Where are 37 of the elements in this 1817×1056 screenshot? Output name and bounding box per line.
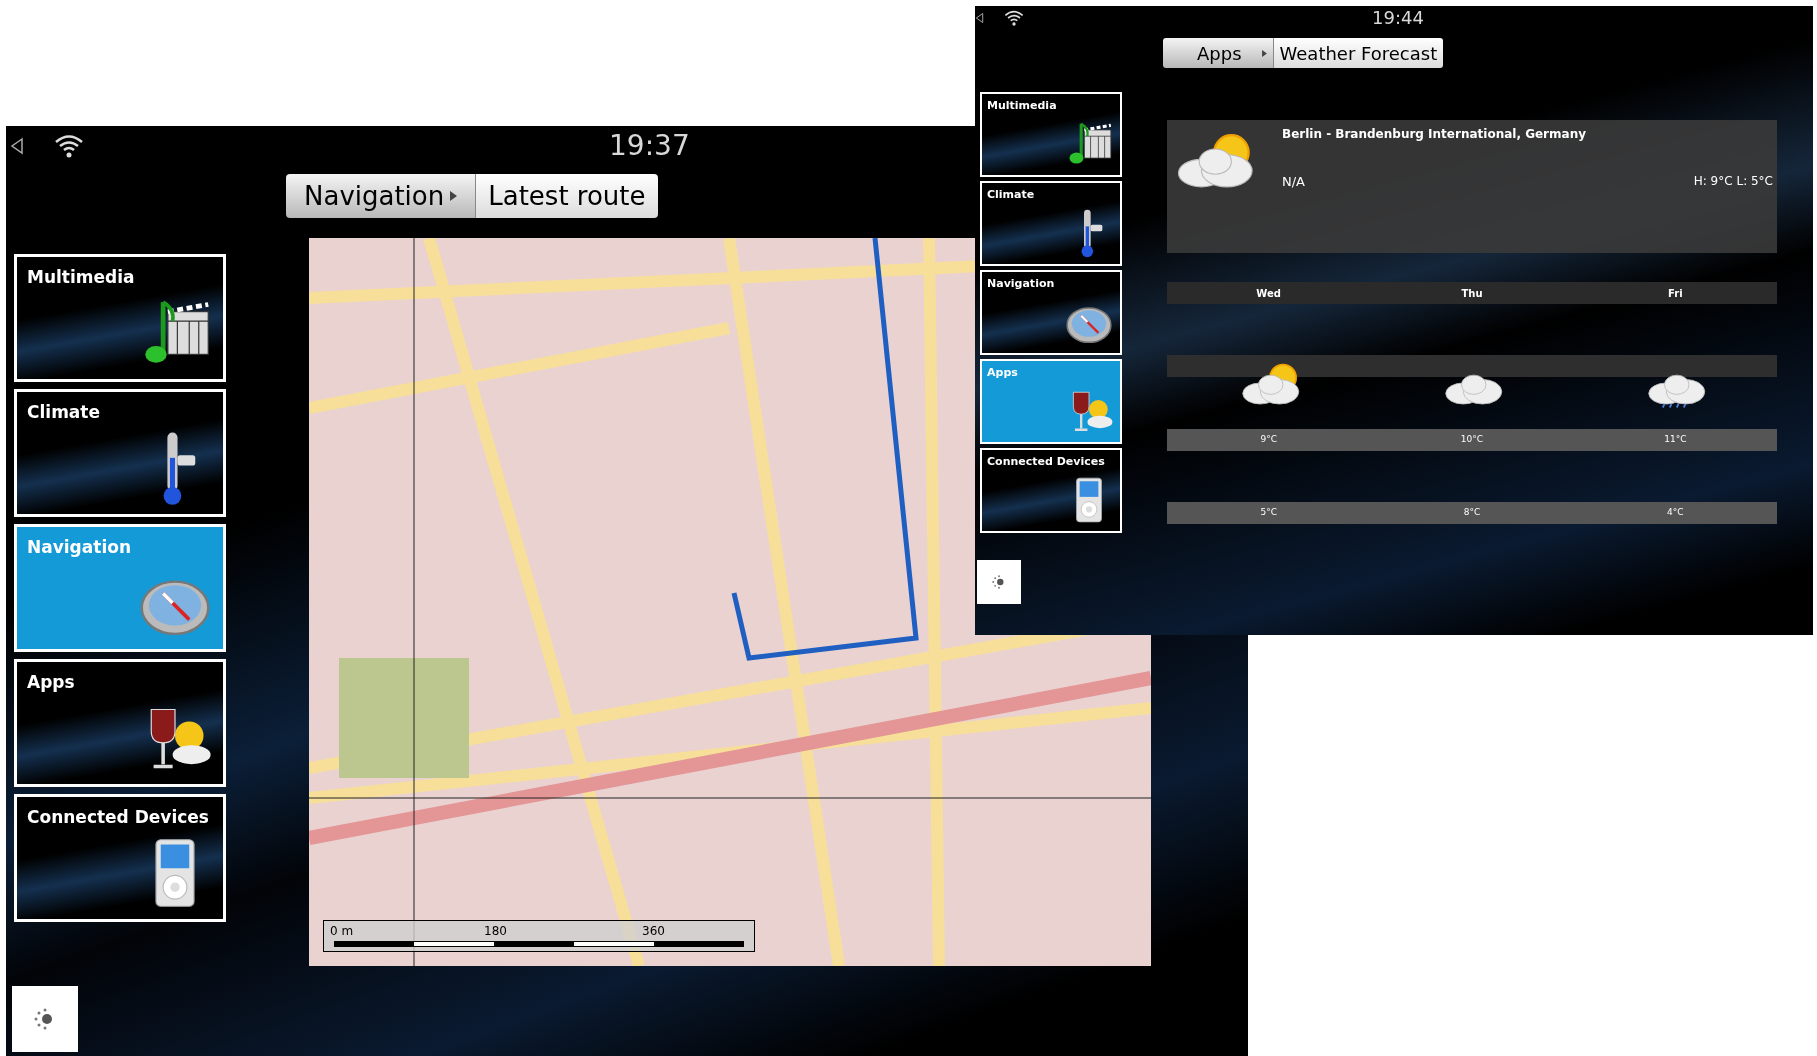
- low-temperature: 5°C: [1260, 506, 1277, 520]
- menu-tile[interactable]: Multimedia: [980, 92, 1122, 177]
- arrow-icon: [1261, 49, 1267, 57]
- breadcrumb-item[interactable]: Weather Forecast: [1272, 38, 1444, 68]
- menu-tile[interactable]: Connected Devices: [980, 448, 1122, 533]
- day-label: Wed: [1256, 286, 1281, 301]
- menu-tile[interactable]: Navigation: [980, 270, 1122, 355]
- menu-tile[interactable]: Multimedia: [14, 254, 226, 382]
- settings-button[interactable]: [12, 986, 78, 1052]
- day-label: Fri: [1668, 286, 1683, 301]
- high-low-temperature: H: 9°C L: 5°C: [1693, 173, 1773, 190]
- scale-label: 0 m: [330, 923, 354, 940]
- clock-time: 19:37: [609, 132, 690, 160]
- back-icon: [975, 12, 984, 24]
- breadcrumb-item[interactable]: Apps: [1163, 38, 1273, 68]
- high-temperature: 10°C: [1460, 433, 1484, 447]
- condition-text: N/A: [1282, 173, 1305, 191]
- arrow-icon: [450, 191, 458, 201]
- scale-label: 180: [484, 923, 507, 940]
- low-temperature: 8°C: [1463, 506, 1481, 520]
- menu-tile[interactable]: Climate: [980, 181, 1122, 266]
- scale-label: 360: [642, 923, 665, 940]
- wifi-icon: [1004, 10, 1024, 26]
- menu-tile[interactable]: Connected Devices: [14, 794, 226, 922]
- back-icon: [10, 137, 24, 155]
- menu-tile[interactable]: Climate: [14, 389, 226, 517]
- wifi-icon: [54, 134, 84, 158]
- breadcrumb-item[interactable]: Latest route: [475, 174, 658, 218]
- breadcrumb-item[interactable]: Navigation: [286, 174, 476, 218]
- high-temperature: 9°C: [1260, 433, 1277, 447]
- high-temperature: 11°C: [1664, 433, 1687, 447]
- settings-button[interactable]: [977, 560, 1021, 604]
- location-name: Berlin - Brandenburg International, Germany: [1282, 126, 1586, 143]
- menu-tile[interactable]: Apps: [14, 659, 226, 787]
- day-label: Thu: [1461, 286, 1483, 301]
- low-temperature: 4°C: [1667, 506, 1684, 520]
- clock-time: 19:44: [1372, 9, 1424, 27]
